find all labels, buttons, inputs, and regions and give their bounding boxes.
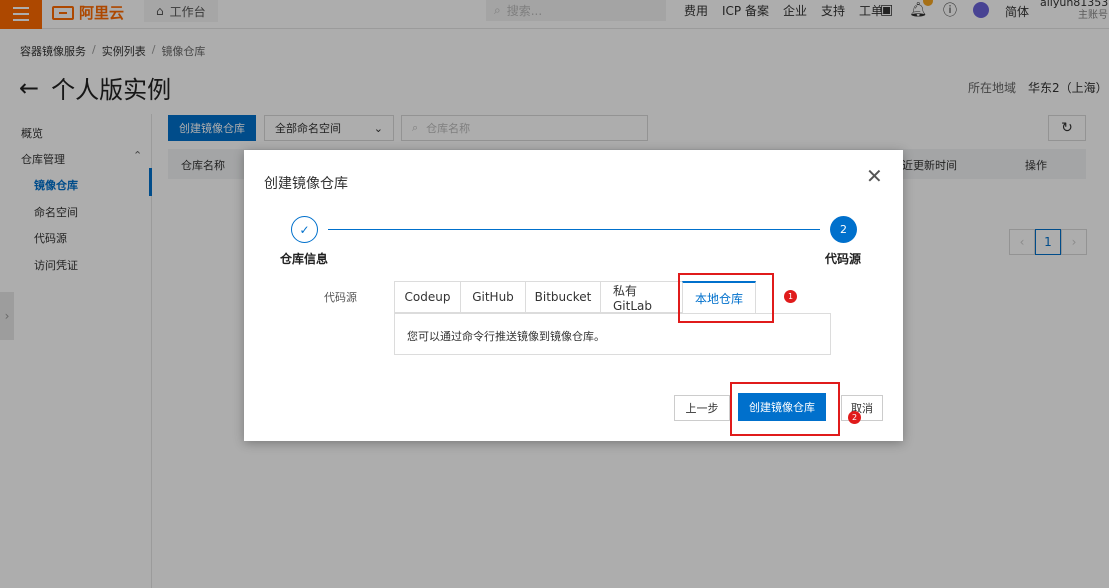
tab-github[interactable]: GitHub (460, 281, 525, 313)
step-progress-line (328, 229, 820, 230)
step-completed-check-icon: ✓ (291, 216, 318, 243)
dialog-title: 创建镜像仓库 (264, 176, 348, 192)
tab-private-gitlab[interactable]: 私有GitLab (600, 281, 682, 313)
create-repo-dialog: 创建镜像仓库 ✕ ✓ 2 仓库信息 代码源 代码源 Codeup GitHub … (244, 150, 903, 441)
annotation-badge: 1 (784, 290, 797, 303)
annotation-highlight-box (678, 273, 774, 323)
tab-codeup[interactable]: Codeup (394, 281, 460, 313)
previous-step-button[interactable]: 上一步 (674, 395, 730, 421)
step-current-number: 2 (830, 216, 857, 243)
step2-label: 代码源 (825, 252, 862, 266)
close-icon[interactable]: ✕ (866, 164, 883, 188)
annotation-highlight-box (730, 382, 840, 436)
step1-label: 仓库信息 (280, 252, 329, 266)
annotation-badge: 2 (848, 411, 861, 424)
tab-bitbucket[interactable]: Bitbucket (525, 281, 600, 313)
code-source-label: 代码源 (324, 291, 357, 304)
